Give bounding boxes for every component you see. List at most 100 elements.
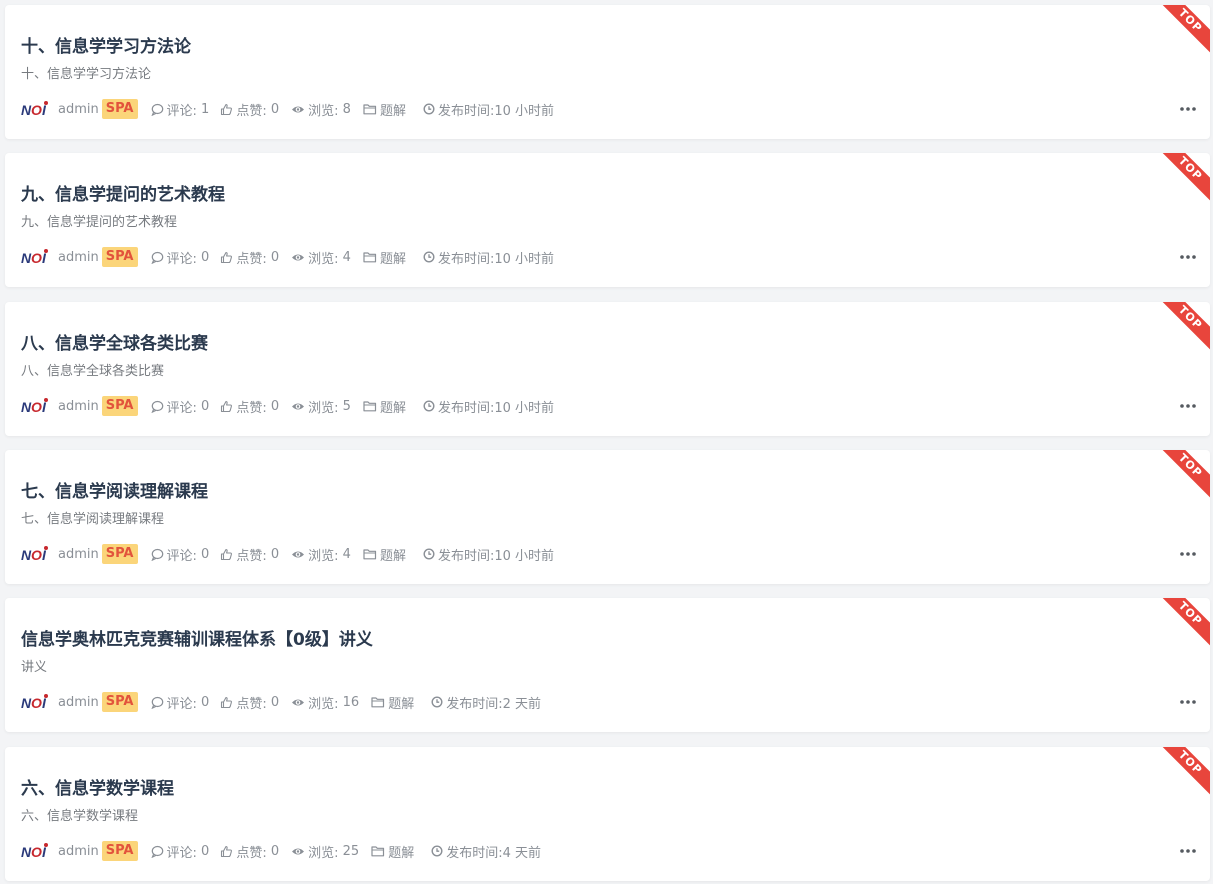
post-card[interactable]: TOP 信息学奥林匹克竞赛辅训课程体系【0级】讲义 讲义 N O I admin…	[5, 598, 1210, 732]
publish-time: 发布时间: 10 小时前	[423, 397, 554, 416]
post-title[interactable]: 十、信息学学习方法论	[21, 32, 191, 57]
author-badge: SPA	[101, 841, 138, 861]
more-dots-icon[interactable]	[1178, 249, 1198, 265]
publish-label: 发布时间:	[446, 845, 503, 861]
svg-text:O: O	[31, 102, 42, 118]
post-card[interactable]: TOP 六、信息学数学课程 六、信息学数学课程 N O I admin SPA …	[5, 747, 1210, 881]
author-name[interactable]: admin	[58, 695, 99, 710]
more-dots-icon[interactable]	[1178, 843, 1198, 859]
category-link[interactable]: 题解	[371, 693, 414, 712]
noi-logo-icon[interactable]: N O I	[21, 100, 49, 118]
author-badge: SPA	[101, 99, 138, 119]
more-dots-icon[interactable]	[1178, 546, 1198, 562]
noi-logo-icon[interactable]: N O I	[21, 248, 49, 266]
category-link[interactable]: 题解	[363, 545, 406, 564]
svg-text:O: O	[31, 547, 42, 563]
like-count[interactable]: 点赞: 0	[220, 842, 279, 861]
eye-icon	[292, 106, 305, 112]
category-link[interactable]: 题解	[371, 842, 414, 861]
post-title[interactable]: 信息学奥林匹克竞赛辅训课程体系【0级】讲义	[21, 625, 373, 650]
comment-label: 评论:	[166, 548, 197, 564]
publish-time: 发布时间: 10 小时前	[423, 100, 554, 119]
post-title[interactable]: 八、信息学全球各类比赛	[21, 329, 208, 354]
thumbs-up-icon	[221, 251, 233, 263]
post-title[interactable]: 六、信息学数学课程	[21, 774, 174, 799]
author-name[interactable]: admin	[58, 399, 99, 414]
author-name[interactable]: admin	[58, 547, 99, 562]
post-title[interactable]: 七、信息学阅读理解课程	[21, 477, 208, 502]
top-ribbon: TOP	[1153, 747, 1210, 800]
eye-icon	[292, 254, 305, 260]
publish-label: 发布时间:	[437, 548, 495, 564]
publish-value: 10 小时前	[494, 251, 555, 267]
noi-logo-icon[interactable]: N O I	[21, 397, 49, 415]
comment-bubble-icon	[150, 251, 163, 264]
like-count[interactable]: 点赞: 0	[220, 693, 279, 712]
more-dots-icon[interactable]	[1178, 398, 1198, 414]
comment-bubble-icon	[150, 103, 163, 116]
like-value: 0	[270, 101, 280, 117]
folder-icon	[363, 252, 377, 263]
like-label: 点赞:	[236, 548, 267, 564]
comment-count: 评论: 0	[150, 397, 209, 416]
view-value: 5	[342, 398, 351, 414]
like-count[interactable]: 点赞: 0	[220, 248, 279, 267]
like-value: 0	[270, 546, 280, 562]
author-name[interactable]: admin	[58, 250, 99, 265]
noi-logo-icon[interactable]: N O I	[21, 693, 49, 711]
top-ribbon: TOP	[1153, 598, 1210, 651]
category-link[interactable]: 题解	[363, 397, 406, 416]
post-summary: 七、信息学阅读理解课程	[21, 512, 165, 527]
view-label: 浏览:	[308, 548, 339, 564]
publish-label: 发布时间:	[437, 400, 495, 416]
author-name[interactable]: admin	[58, 102, 99, 117]
publish-label: 发布时间:	[437, 251, 495, 267]
like-label: 点赞:	[236, 845, 267, 861]
comment-count: 评论: 0	[150, 693, 209, 712]
post-card[interactable]: TOP 十、信息学学习方法论 十、信息学学习方法论 N O I admin SP…	[5, 5, 1210, 139]
more-dots-icon[interactable]	[1178, 101, 1198, 117]
view-count: 浏览: 8	[291, 100, 351, 119]
comment-label: 评论:	[166, 251, 197, 267]
thumbs-up-icon	[221, 548, 233, 560]
post-meta: N O I admin SPA 评论: 0 点赞: 0 浏览: 4 题解 发布时…	[21, 543, 554, 565]
like-value: 0	[270, 843, 280, 859]
category-link[interactable]: 题解	[363, 100, 406, 119]
comment-bubble-icon	[150, 400, 163, 413]
category-link[interactable]: 题解	[363, 248, 406, 267]
comment-value: 0	[201, 249, 210, 265]
comment-value: 0	[201, 546, 210, 562]
author-name[interactable]: admin	[58, 844, 99, 859]
eye-icon	[292, 551, 305, 557]
noi-logo-icon[interactable]: N O I	[21, 545, 49, 563]
like-count[interactable]: 点赞: 0	[220, 100, 279, 119]
publish-time: 发布时间: 2 天前	[431, 693, 541, 712]
category-label: 题解	[379, 251, 406, 267]
post-title[interactable]: 九、信息学提问的艺术教程	[21, 180, 225, 205]
post-card[interactable]: TOP 八、信息学全球各类比赛 八、信息学全球各类比赛 N O I admin …	[5, 302, 1210, 436]
folder-icon	[363, 104, 377, 115]
post-summary: 讲义	[21, 660, 48, 675]
top-ribbon: TOP	[1153, 302, 1210, 355]
noi-logo-icon[interactable]: N O I	[21, 842, 49, 860]
more-dots-icon[interactable]	[1178, 694, 1198, 710]
post-card[interactable]: TOP 九、信息学提问的艺术教程 九、信息学提问的艺术教程 N O I admi…	[5, 153, 1210, 287]
post-summary: 九、信息学提问的艺术教程	[21, 215, 178, 230]
like-count[interactable]: 点赞: 0	[220, 397, 279, 416]
view-count: 浏览: 16	[291, 693, 359, 712]
post-meta: N O I admin SPA 评论: 0 点赞: 0 浏览: 5 题解 发布时…	[21, 395, 554, 417]
post-card[interactable]: TOP 七、信息学阅读理解课程 七、信息学阅读理解课程 N O I admin …	[5, 450, 1210, 584]
category-label: 题解	[388, 845, 415, 861]
publish-value: 10 小时前	[494, 103, 555, 119]
clock-icon	[423, 400, 435, 412]
comment-count: 评论: 1	[150, 100, 209, 119]
publish-time: 发布时间: 10 小时前	[423, 545, 554, 564]
comment-count: 评论: 0	[150, 842, 209, 861]
publish-value: 10 小时前	[494, 400, 555, 416]
post-list: TOP 十、信息学学习方法论 十、信息学学习方法论 N O I admin SP…	[0, 0, 1213, 884]
like-count[interactable]: 点赞: 0	[220, 545, 279, 564]
publish-value: 10 小时前	[494, 548, 555, 564]
view-label: 浏览:	[308, 103, 339, 119]
like-label: 点赞:	[236, 251, 267, 267]
comment-count: 评论: 0	[150, 248, 210, 267]
